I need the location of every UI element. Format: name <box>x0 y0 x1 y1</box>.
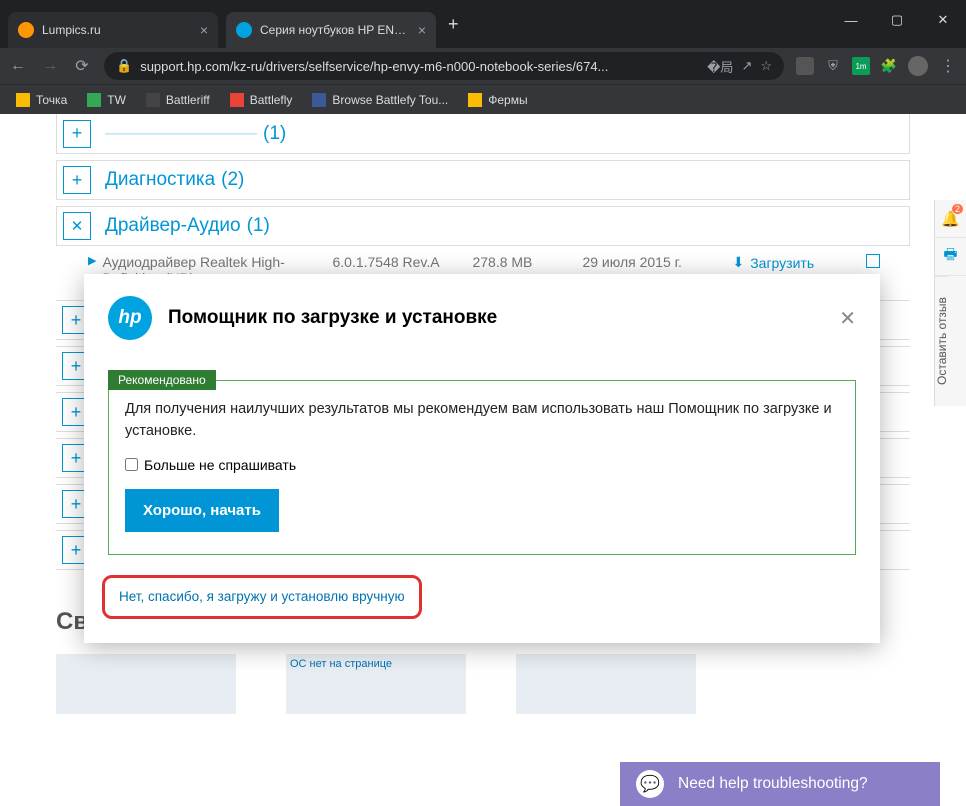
forward-button[interactable]: → <box>40 57 60 75</box>
video-thumb-3[interactable] <box>516 654 696 714</box>
chat-icon: 💬 <box>636 770 664 798</box>
accordion-cut[interactable]: + ———————— (1) <box>56 114 910 154</box>
new-tab-button[interactable]: + <box>436 14 471 35</box>
window-controls: — ▢ ✕ <box>828 0 966 40</box>
notification-button[interactable]: 🔔 2 <box>935 200 966 238</box>
tab-2[interactable]: Серия ноутбуков HP ENVY m6-n × <box>226 12 436 48</box>
video-thumbnails: ОС нет на странице <box>56 654 910 714</box>
accordion-count: (1) <box>247 215 270 237</box>
lock-icon: 🔒 <box>116 58 132 74</box>
profile-avatar[interactable] <box>908 56 928 76</box>
accordion-cut-count: (1) <box>263 123 286 145</box>
tab-1-title: Lumpics.ru <box>42 23 192 37</box>
translate-icon[interactable]: �局 <box>707 57 733 76</box>
modal-close-button[interactable]: ✕ <box>839 306 856 331</box>
star-icon[interactable]: ☆ <box>760 58 772 74</box>
recommended-badge: Рекомендовано <box>108 370 216 390</box>
side-widget: 🔔 2 🖶 Оставить отзыв <box>934 200 966 406</box>
download-icon: ⬇ <box>732 254 744 271</box>
driver-checkbox[interactable] <box>866 254 880 268</box>
accordion-driver-audio[interactable]: ✕ Драйвер-Аудио (1) <box>56 206 910 246</box>
no-thanks-link[interactable]: Нет, спасибо, я загружу и установлю вруч… <box>119 589 405 604</box>
tab-2-close-icon[interactable]: × <box>418 22 426 38</box>
accordion-count: (2) <box>221 169 244 191</box>
dont-ask-checkbox[interactable] <box>125 458 138 471</box>
bookmark-3[interactable]: Battleriff <box>138 89 218 111</box>
back-button[interactable]: ← <box>8 57 28 75</box>
driver-size: 278.8 MB <box>472 254 582 270</box>
recommended-box: Рекомендовано Для получения наилучших ре… <box>108 380 856 555</box>
tab-2-title: Серия ноутбуков HP ENVY m6-n <box>260 23 410 37</box>
extensions-menu-icon[interactable]: 🧩 <box>880 57 898 75</box>
bookmark-1[interactable]: Точка <box>8 89 75 111</box>
favicon-2 <box>236 22 252 38</box>
chat-text: Need help troubleshooting? <box>678 775 868 793</box>
video-thumb-1[interactable] <box>56 654 236 714</box>
ext-icon-3[interactable]: 1m <box>852 57 870 75</box>
minimize-button[interactable]: — <box>828 0 874 40</box>
accordion-diagnostics[interactable]: + Диагностика (2) <box>56 160 910 200</box>
no-thanks-highlight: Нет, спасибо, я загружу и установлю вруч… <box>102 575 422 619</box>
ext-icon-1[interactable] <box>796 57 814 75</box>
accordion-label: Драйвер-Аудио <box>105 215 241 237</box>
tab-1[interactable]: Lumpics.ru × <box>8 12 218 48</box>
modal-text: Для получения наилучших результатов мы р… <box>125 399 839 443</box>
download-assistant-modal: hp Помощник по загрузке и установке ✕ Ре… <box>84 274 880 643</box>
address-bar: ← → ⟳ 🔒 support.hp.com/kz-ru/drivers/sel… <box>0 48 966 84</box>
bookmark-6[interactable]: Фермы <box>460 89 535 111</box>
extensions: ⛨ 1m 🧩 ⋮ <box>796 56 958 76</box>
modal-title: Помощник по загрузке и установке <box>168 307 497 329</box>
close-icon: ✕ <box>63 212 91 240</box>
menu-icon[interactable]: ⋮ <box>938 56 958 76</box>
feedback-button[interactable]: Оставить отзыв <box>935 276 949 406</box>
start-button[interactable]: Хорошо, начать <box>125 489 279 532</box>
accordion-label: Диагностика <box>105 169 215 191</box>
video-thumb-2[interactable]: ОС нет на странице <box>286 654 466 714</box>
close-window-button[interactable]: ✕ <box>920 0 966 40</box>
plus-icon: + <box>63 120 91 148</box>
dont-ask-label[interactable]: Больше не спрашивать <box>125 457 839 473</box>
reload-button[interactable]: ⟳ <box>72 56 92 76</box>
share-icon[interactable]: ↗ <box>741 58 752 74</box>
chat-bar[interactable]: 💬 Need help troubleshooting? <box>620 762 940 806</box>
hp-logo-icon: hp <box>108 296 152 340</box>
page-content: + ———————— (1) + Диагностика (2) ✕ Драйв… <box>0 114 966 806</box>
maximize-button[interactable]: ▢ <box>874 0 920 40</box>
url-text: support.hp.com/kz-ru/drivers/selfservice… <box>140 59 699 74</box>
browser-titlebar: Lumpics.ru × Серия ноутбуков HP ENVY m6-… <box>0 0 966 48</box>
bookmark-5[interactable]: Browse Battlefy Tou... <box>304 89 456 111</box>
print-button[interactable]: 🖶 <box>935 238 966 276</box>
ext-icon-2[interactable]: ⛨ <box>824 57 842 75</box>
notification-badge: 2 <box>952 204 963 214</box>
driver-version: 6.0.1.7548 Rev.A <box>332 254 472 270</box>
favicon-1 <box>18 22 34 38</box>
plus-icon: + <box>63 166 91 194</box>
tab-1-close-icon[interactable]: × <box>200 22 208 38</box>
bookmark-2[interactable]: TW <box>79 89 134 111</box>
download-link[interactable]: ⬇Загрузить <box>732 254 814 271</box>
bookmark-4[interactable]: Battlefly <box>222 89 301 111</box>
driver-date: 29 июля 2015 г. <box>582 254 732 270</box>
omnibox[interactable]: 🔒 support.hp.com/kz-ru/drivers/selfservi… <box>104 52 784 80</box>
bookmarks-bar: Точка TW Battleriff Battlefly Browse Bat… <box>0 84 966 114</box>
triangle-icon[interactable]: ▶ <box>88 254 96 267</box>
printer-icon: 🖶 <box>943 244 957 269</box>
